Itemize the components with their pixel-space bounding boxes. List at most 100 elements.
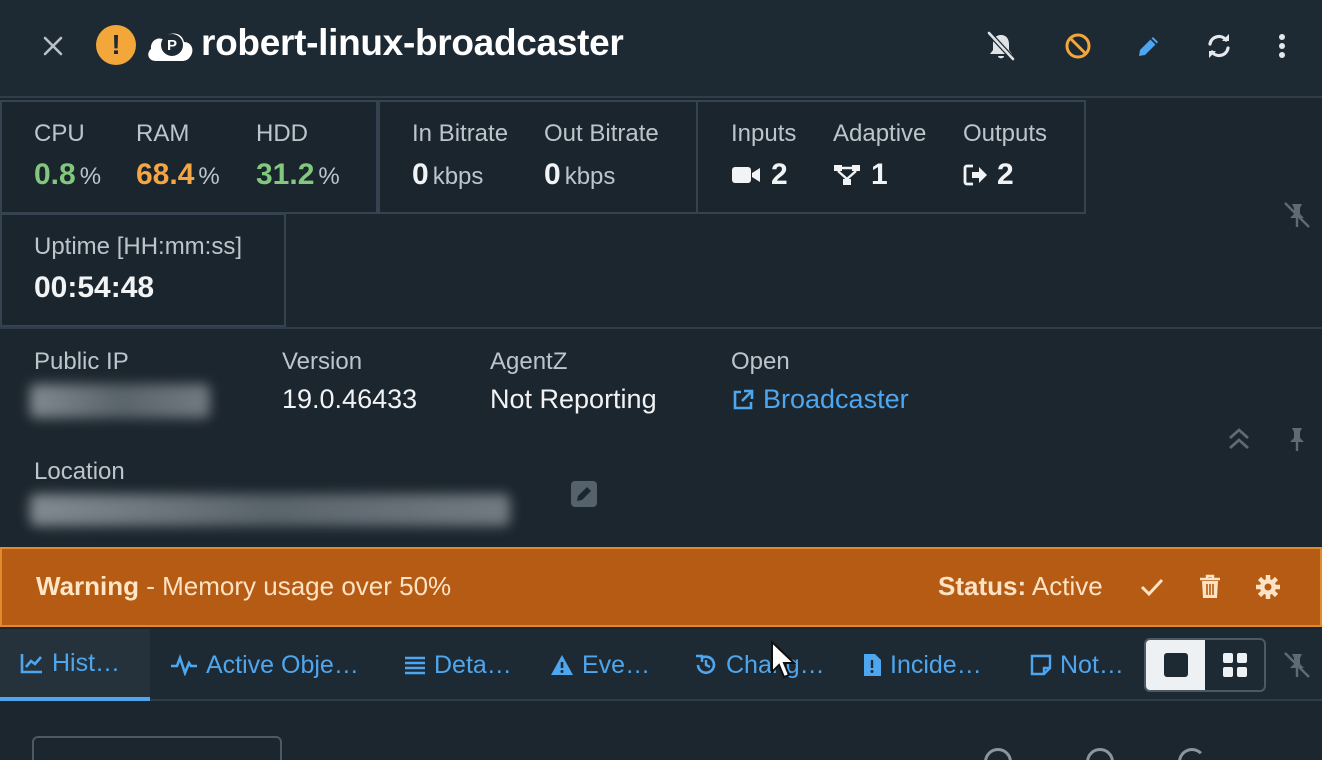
page-title: robert-linux-broadcaster	[201, 22, 624, 63]
adaptive-value: 1	[833, 158, 888, 192]
streams-box: Inputs 2 Adaptive 1 Outputs 2	[696, 100, 1086, 214]
ram-unit: %	[198, 163, 220, 190]
tab-active-objects[interactable]: Active Obje…	[150, 629, 359, 701]
outputs-label: Outputs	[963, 120, 1048, 147]
video-camera-icon	[732, 167, 760, 183]
uptime-label: Uptime [HH:mm:ss]	[34, 233, 243, 260]
tab-history[interactable]: Hist…	[0, 629, 150, 701]
version-value: 19.0.46433	[282, 384, 418, 414]
mouse-cursor-icon	[771, 640, 796, 679]
edit-square-icon	[571, 481, 597, 507]
refresh-button[interactable]	[1202, 28, 1236, 64]
section-divider	[0, 327, 1322, 329]
pin-slash-icon	[1284, 652, 1310, 678]
external-link-icon	[733, 389, 754, 409]
pin-info-button[interactable]	[1282, 424, 1312, 454]
warning-glyph: !	[111, 29, 121, 60]
pin-stats-button[interactable]	[1282, 200, 1312, 230]
tab-history-label: Hist…	[52, 648, 121, 677]
view-toggle	[1144, 638, 1266, 692]
grid-view-button[interactable]	[1205, 640, 1264, 690]
cpu-value: 0.8%	[34, 158, 101, 192]
ban-icon	[1065, 33, 1091, 59]
sticky-note-icon	[1030, 654, 1052, 676]
acknowledge-button[interactable]	[1136, 571, 1168, 603]
header-bar: ! P robert-linux-broadcaster	[0, 0, 1322, 98]
ram-label: RAM	[136, 120, 190, 147]
out-bitrate-number: 0	[544, 158, 561, 191]
inputs-count: 2	[771, 158, 788, 191]
chevrons-up-icon	[1229, 428, 1249, 450]
pin-icon	[1290, 428, 1304, 451]
open-broadcaster-link[interactable]: Broadcaster	[731, 384, 909, 415]
bell-slash-icon	[987, 31, 1015, 61]
file-alert-icon	[864, 654, 881, 676]
public-ip-redacted	[30, 384, 210, 418]
refresh-icon	[1208, 34, 1230, 58]
tab-changes[interactable]: Chang…	[674, 629, 825, 701]
pencil-icon	[1139, 37, 1158, 56]
tab-details[interactable]: Deta…	[384, 629, 512, 701]
bottom-action-button[interactable]	[32, 736, 282, 760]
location-label: Location	[34, 458, 125, 485]
edit-location-button[interactable]	[570, 480, 598, 508]
bottom-search-icon[interactable]	[1086, 748, 1114, 760]
tab-events-label: Eve…	[582, 650, 651, 679]
pin-tabs-button[interactable]	[1282, 650, 1312, 680]
trash-icon	[1200, 574, 1220, 598]
banner-status-label: Status:	[938, 571, 1027, 601]
sign-out-icon	[963, 164, 987, 186]
delete-button[interactable]	[1194, 571, 1226, 603]
edit-button[interactable]	[1132, 28, 1166, 64]
cpu-number: 0.8	[34, 158, 76, 191]
tab-details-label: Deta…	[434, 650, 512, 679]
bottom-undo-icon[interactable]	[1178, 748, 1206, 760]
agentz-label: AgentZ	[490, 348, 568, 375]
collapse-button[interactable]	[1224, 424, 1254, 454]
hdd-number: 31.2	[256, 158, 315, 191]
in-bitrate-unit: kbps	[432, 163, 484, 190]
ram-number: 68.4	[136, 158, 195, 191]
cpu-label: CPU	[34, 120, 85, 147]
version-label: Version	[282, 348, 363, 375]
more-options-button[interactable]	[1268, 28, 1296, 64]
heartbeat-icon	[171, 654, 197, 676]
out-bitrate-label: Out Bitrate	[544, 120, 659, 147]
close-button[interactable]	[36, 29, 70, 63]
location-redacted	[30, 494, 510, 526]
settings-button[interactable]	[1252, 571, 1284, 603]
disable-button[interactable]	[1060, 28, 1096, 64]
resource-usage-box: CPU 0.8% RAM 68.4% HDD 31.2%	[0, 100, 378, 214]
uptime-box: Uptime [HH:mm:ss] 00:54:48	[0, 213, 286, 327]
mute-notifications-button[interactable]	[982, 28, 1020, 64]
list-icon	[405, 656, 425, 675]
outputs-count: 2	[997, 158, 1014, 191]
open-broadcaster-text: Broadcaster	[763, 384, 909, 414]
outputs-value: 2	[963, 158, 1014, 192]
public-ip-label: Public IP	[34, 348, 129, 375]
gear-icon	[1256, 575, 1280, 599]
ram-value: 68.4%	[136, 158, 220, 192]
square-icon	[1163, 653, 1188, 677]
banner-level: Warning	[36, 571, 140, 601]
in-bitrate-label: In Bitrate	[412, 120, 509, 147]
grid-icon	[1222, 653, 1247, 677]
inputs-value: 2	[731, 158, 788, 192]
uptime-value: 00:54:48	[34, 271, 155, 304]
tab-notes[interactable]: Not…	[1010, 629, 1124, 701]
open-label: Open	[731, 348, 790, 375]
tab-active-objects-label: Active Obje…	[206, 650, 359, 679]
in-bitrate-number: 0	[412, 158, 429, 191]
tab-incidents[interactable]: Incide…	[842, 629, 982, 701]
in-bitrate-value: 0 kbps	[412, 158, 483, 192]
adaptive-count: 1	[871, 158, 888, 191]
single-view-button[interactable]	[1146, 640, 1205, 690]
history-icon	[696, 654, 716, 674]
cloud-icon: P	[144, 25, 196, 65]
cpu-unit: %	[79, 163, 102, 190]
hdd-label: HDD	[256, 120, 308, 147]
adaptive-label: Adaptive	[833, 120, 927, 147]
warning-icon: !	[96, 25, 136, 65]
bottom-clock-icon[interactable]	[984, 748, 1012, 760]
tab-events[interactable]: Eve…	[530, 629, 650, 701]
